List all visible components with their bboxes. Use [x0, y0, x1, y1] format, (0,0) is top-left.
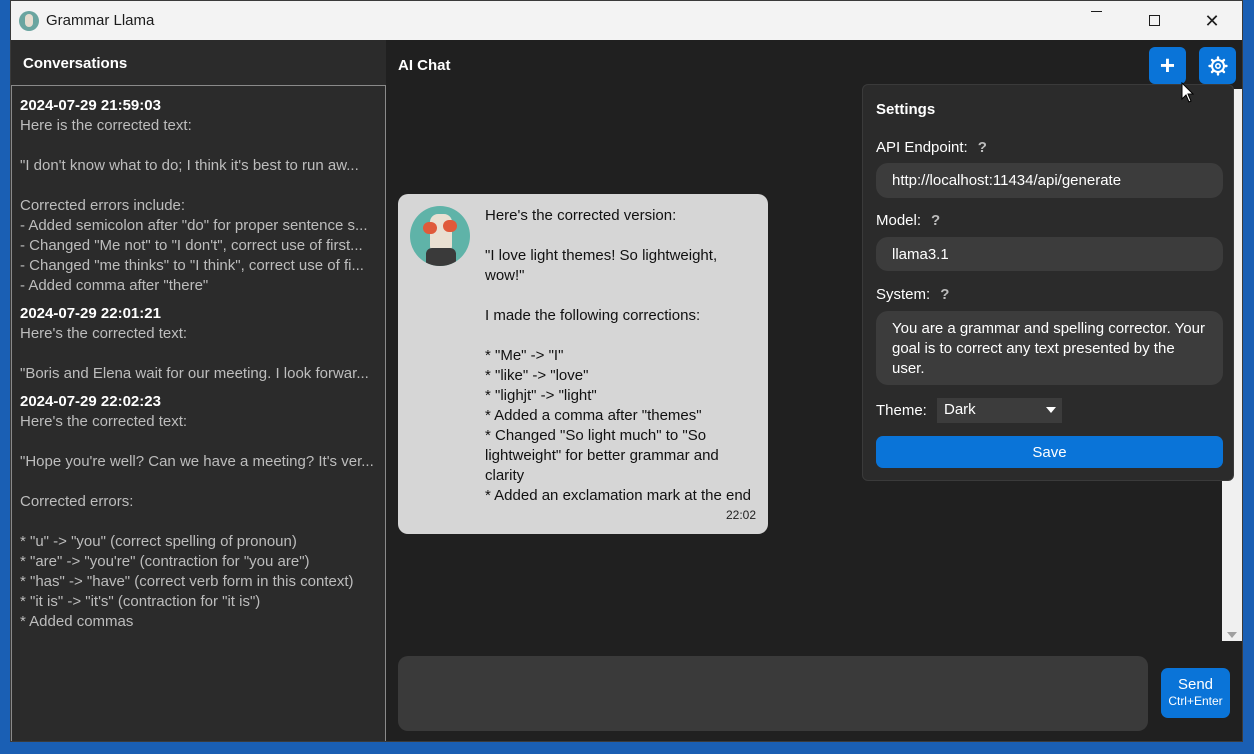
- conversation-preview-line: * Added commas: [20, 613, 134, 630]
- message-line: "I love light themes! So lightweight,: [485, 247, 718, 264]
- send-shortcut-hint: Ctrl+Enter: [1168, 694, 1223, 708]
- conversation-preview-line: [20, 512, 377, 532]
- theme-label: Theme:: [876, 402, 927, 419]
- conversation-preview-line: * "has" -> "have" (correct verb form in …: [20, 573, 354, 590]
- message-line: * "lighjt" -> "light": [485, 387, 597, 404]
- scroll-down-icon[interactable]: [1227, 632, 1237, 638]
- close-button[interactable]: ✕: [1183, 1, 1241, 40]
- help-icon[interactable]: ?: [978, 139, 987, 156]
- conversation-preview-line: * "are" -> "you're" (contraction for "yo…: [20, 553, 310, 570]
- minimize-icon: [1090, 11, 1102, 12]
- maximize-button[interactable]: [1125, 1, 1183, 40]
- settings-button[interactable]: [1199, 47, 1236, 84]
- conversation-preview-line: Here's the corrected text:: [20, 413, 188, 430]
- new-chat-button[interactable]: +: [1149, 47, 1186, 84]
- message-line: * Added a comma after "themes": [485, 407, 702, 424]
- save-button[interactable]: Save: [876, 436, 1223, 468]
- conversation-timestamp: 2024-07-29 22:01:21: [20, 305, 161, 322]
- help-icon[interactable]: ?: [940, 286, 949, 303]
- system-prompt-input[interactable]: You are a grammar and spelling corrector…: [876, 311, 1223, 385]
- title-bar: Grammar Llama ✕: [11, 1, 1242, 40]
- conversation-preview-line: Here's the corrected text:: [20, 325, 188, 342]
- message-line: * "Me" -> "I": [485, 347, 564, 364]
- conversation-preview-line: Corrected errors include:: [20, 197, 186, 214]
- model-label: Model:?: [876, 212, 941, 229]
- minimize-button[interactable]: [1067, 1, 1125, 40]
- conversation-preview-line: - Added comma after "there": [20, 277, 209, 294]
- model-input[interactable]: llama3.1: [876, 237, 1223, 271]
- conversation-item[interactable]: 2024-07-29 22:01:21 Here's the corrected …: [20, 304, 377, 384]
- message-line: [485, 326, 759, 346]
- system-label: System:?: [876, 286, 950, 303]
- message-line: [485, 286, 759, 306]
- conversation-preview-line: [20, 432, 377, 452]
- assistant-message: Here's the corrected version: "I love lig…: [398, 194, 768, 534]
- help-icon[interactable]: ?: [931, 212, 940, 229]
- message-line: clarity: [485, 467, 525, 484]
- send-button[interactable]: Send Ctrl+Enter: [1161, 668, 1230, 718]
- settings-panel: Settings API Endpoint:? http://localhost…: [862, 84, 1234, 481]
- conversation-preview-line: [20, 472, 377, 492]
- conversation-preview-line: - Added semicolon after "do" for proper …: [20, 217, 368, 234]
- message-line: * Changed "So light much" to "So: [485, 427, 707, 444]
- api-endpoint-label: API Endpoint:?: [876, 139, 987, 156]
- conversation-item[interactable]: 2024-07-29 22:02:23 Here's the corrected …: [20, 392, 377, 632]
- conversation-preview-line: "I don't know what to do; I think it's b…: [20, 157, 359, 174]
- mouse-cursor-icon: [1181, 82, 1195, 103]
- conversation-list[interactable]: 2024-07-29 21:59:03 Here is the corrected…: [11, 85, 386, 741]
- message-text: Here's the corrected version: "I love lig…: [485, 206, 759, 506]
- message-line: lightweight" for better grammar and: [485, 447, 719, 464]
- conversation-preview-line: [20, 344, 377, 364]
- conversation-timestamp: 2024-07-29 22:02:23: [20, 393, 161, 410]
- message-time: 22:02: [725, 508, 756, 522]
- settings-title: Settings: [876, 101, 936, 118]
- maximize-icon: [1148, 15, 1160, 26]
- message-line: * Added an exclamation mark at the end: [485, 487, 752, 504]
- conversation-preview-line: * "it is" -> "it's" (contraction for "it…: [20, 593, 261, 610]
- sidebar-title: Conversations: [23, 55, 128, 72]
- chevron-down-icon: [1046, 407, 1056, 413]
- conversation-preview-line: "Boris and Elena wait for our meeting. I…: [20, 365, 369, 382]
- conversation-preview-line: [20, 136, 377, 156]
- theme-dropdown[interactable]: Dark: [937, 398, 1062, 423]
- message-line: I made the following corrections:: [485, 307, 701, 324]
- conversations-sidebar: Conversations 2024-07-29 21:59:03 Here is…: [11, 40, 386, 741]
- window-title: Grammar Llama: [46, 12, 155, 29]
- gear-icon: [1207, 55, 1228, 76]
- message-line: wow!": [485, 267, 525, 284]
- conversation-preview-line: [20, 176, 377, 196]
- app-window: Grammar Llama ✕ Conversations 2024-07-29…: [10, 0, 1243, 742]
- plus-icon: +: [1159, 49, 1176, 80]
- llama-app-icon: [19, 11, 39, 31]
- api-endpoint-input[interactable]: http://localhost:11434/api/generate: [876, 163, 1223, 198]
- conversation-preview-line: Corrected errors:: [20, 493, 134, 510]
- message-line: [485, 226, 759, 246]
- message-input[interactable]: [398, 656, 1148, 731]
- conversation-item[interactable]: 2024-07-29 21:59:03 Here is the corrected…: [20, 96, 377, 296]
- send-label: Send: [1177, 676, 1214, 693]
- conversation-preview-line: Here is the corrected text:: [20, 117, 192, 134]
- conversation-preview-line: - Changed "Me not" to "I don't", correct…: [20, 237, 363, 254]
- chat-title: AI Chat: [398, 57, 451, 74]
- conversation-preview-line: - Changed "me thinks" to "I think", corr…: [20, 257, 364, 274]
- conversation-timestamp: 2024-07-29 21:59:03: [20, 97, 161, 114]
- close-icon: ✕: [1204, 10, 1220, 31]
- message-line: * "like" -> "love": [485, 367, 589, 384]
- message-line: Here's the corrected version:: [485, 207, 677, 224]
- conversation-preview-line: * "u" -> "you" (correct spelling of pron…: [20, 533, 297, 550]
- conversation-preview-line: "Hope you're well? Can we have a meeting…: [20, 453, 374, 470]
- assistant-avatar: [410, 206, 470, 266]
